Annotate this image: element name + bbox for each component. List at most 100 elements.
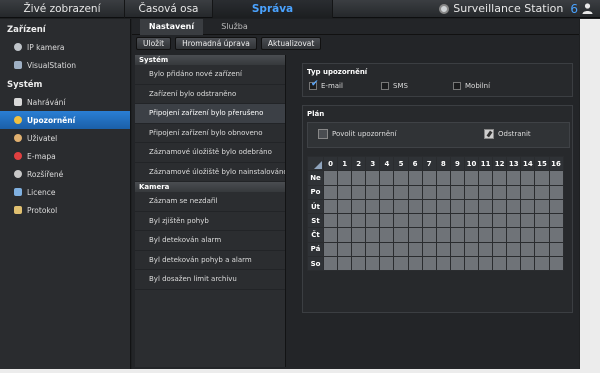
sidebar-item-ip-camera[interactable]: IP kamera — [0, 38, 130, 56]
schedule-cell[interactable] — [463, 227, 480, 243]
schedule-cell[interactable] — [520, 256, 536, 272]
schedule-cell[interactable] — [407, 170, 423, 186]
tab-live-view[interactable]: Živé zobrazení — [0, 0, 125, 18]
save-button[interactable]: Uložit — [136, 37, 172, 50]
schedule-cell[interactable] — [548, 256, 564, 272]
tab-settings[interactable]: Nastavení — [140, 19, 203, 35]
schedule-cell[interactable] — [534, 213, 550, 229]
schedule-cell[interactable] — [449, 256, 465, 272]
schedule-cell[interactable] — [407, 256, 423, 272]
schedule-cell[interactable] — [478, 184, 494, 200]
hour-header[interactable]: 4 — [379, 155, 395, 172]
schedule-cell[interactable] — [337, 170, 353, 186]
schedule-cell[interactable] — [520, 213, 536, 229]
hour-header[interactable]: 1 — [337, 155, 353, 172]
schedule-cell[interactable] — [421, 241, 437, 258]
schedule-cell[interactable] — [435, 241, 451, 258]
list-item[interactable]: Byl detekován alarm — [135, 231, 285, 251]
hour-header[interactable]: 16 — [548, 155, 564, 172]
schedule-cell[interactable] — [435, 170, 451, 186]
remove-button[interactable]: Odstranit — [484, 129, 531, 139]
schedule-cell[interactable] — [548, 241, 564, 258]
schedule-cell[interactable] — [351, 184, 367, 200]
grid-corner-select[interactable] — [307, 155, 324, 172]
list-item[interactable]: Byl dosažen limit archivu — [135, 270, 285, 290]
list-item[interactable]: Záznamové úložiště bylo odebráno — [135, 143, 285, 163]
schedule-cell[interactable] — [520, 184, 536, 200]
schedule-cell[interactable] — [322, 241, 339, 258]
schedule-cell[interactable] — [421, 184, 437, 200]
list-item[interactable]: Připojení zařízení bylo obnoveno — [135, 124, 285, 143]
schedule-cell[interactable] — [379, 198, 395, 215]
schedule-cell[interactable] — [520, 198, 536, 215]
schedule-cell[interactable] — [407, 184, 423, 200]
hour-header[interactable]: 5 — [393, 155, 409, 172]
schedule-cell[interactable] — [351, 198, 367, 215]
schedule-cell[interactable] — [478, 198, 494, 215]
schedule-cell[interactable] — [379, 184, 395, 200]
schedule-cell[interactable] — [365, 241, 381, 258]
schedule-cell[interactable] — [351, 213, 367, 229]
hour-header[interactable]: 10 — [463, 155, 480, 172]
schedule-cell[interactable] — [365, 198, 381, 215]
schedule-cell[interactable] — [393, 170, 409, 186]
schedule-cell[interactable] — [492, 256, 508, 272]
schedule-cell[interactable] — [379, 170, 395, 186]
schedule-cell[interactable] — [478, 227, 494, 243]
schedule-cell[interactable] — [337, 213, 353, 229]
tab-service[interactable]: Služba — [203, 19, 266, 35]
schedule-cell[interactable] — [351, 227, 367, 243]
schedule-cell[interactable] — [506, 241, 522, 258]
schedule-cell[interactable] — [478, 170, 494, 186]
sidebar-item-recording[interactable]: Nahrávání — [0, 93, 130, 111]
schedule-cell[interactable] — [449, 213, 465, 229]
schedule-cell[interactable] — [548, 213, 564, 229]
schedule-cell[interactable] — [393, 213, 409, 229]
hour-header[interactable]: 9 — [449, 155, 465, 172]
schedule-cell[interactable] — [365, 170, 381, 186]
schedule-cell[interactable] — [534, 241, 550, 258]
day-header[interactable]: Ne — [307, 170, 324, 186]
sidebar-item-advanced[interactable]: Rozšířené — [0, 165, 130, 183]
schedule-cell[interactable] — [463, 198, 480, 215]
schedule-cell[interactable] — [322, 256, 339, 272]
schedule-cell[interactable] — [506, 184, 522, 200]
schedule-cell[interactable] — [548, 184, 564, 200]
schedule-cell[interactable] — [407, 198, 423, 215]
schedule-cell[interactable] — [478, 241, 494, 258]
schedule-cell[interactable] — [548, 227, 564, 243]
schedule-cell[interactable] — [435, 256, 451, 272]
schedule-cell[interactable] — [393, 227, 409, 243]
schedule-cell[interactable] — [463, 213, 480, 229]
schedule-cell[interactable] — [548, 170, 564, 186]
schedule-cell[interactable] — [449, 227, 465, 243]
schedule-cell[interactable] — [322, 198, 339, 215]
schedule-cell[interactable] — [351, 170, 367, 186]
schedule-cell[interactable] — [407, 241, 423, 258]
schedule-cell[interactable] — [379, 213, 395, 229]
schedule-cell[interactable] — [463, 241, 480, 258]
schedule-cell[interactable] — [379, 227, 395, 243]
schedule-cell[interactable] — [365, 213, 381, 229]
schedule-cell[interactable] — [492, 213, 508, 229]
hour-header[interactable]: 0 — [322, 155, 339, 172]
schedule-cell[interactable] — [492, 184, 508, 200]
schedule-cell[interactable] — [534, 227, 550, 243]
list-item[interactable]: Záznam se nezdařil — [135, 192, 285, 212]
hour-header[interactable]: 2 — [351, 155, 367, 172]
schedule-cell[interactable] — [393, 198, 409, 215]
email-checkbox[interactable]: ✔ E-mail — [309, 79, 343, 90]
day-header[interactable]: Pá — [307, 241, 324, 258]
sms-checkbox[interactable]: SMS — [381, 82, 408, 90]
schedule-cell[interactable] — [379, 241, 395, 258]
schedule-cell[interactable] — [407, 227, 423, 243]
schedule-cell[interactable] — [492, 227, 508, 243]
day-header[interactable]: Po — [307, 184, 324, 200]
schedule-cell[interactable] — [393, 256, 409, 272]
sidebar-item-license[interactable]: Licence — [0, 183, 130, 201]
hour-header[interactable]: 12 — [492, 155, 508, 172]
schedule-cell[interactable] — [407, 213, 423, 229]
hour-header[interactable]: 15 — [534, 155, 550, 172]
sidebar-item-user[interactable]: Uživatel — [0, 129, 130, 147]
day-header[interactable]: So — [307, 256, 324, 272]
